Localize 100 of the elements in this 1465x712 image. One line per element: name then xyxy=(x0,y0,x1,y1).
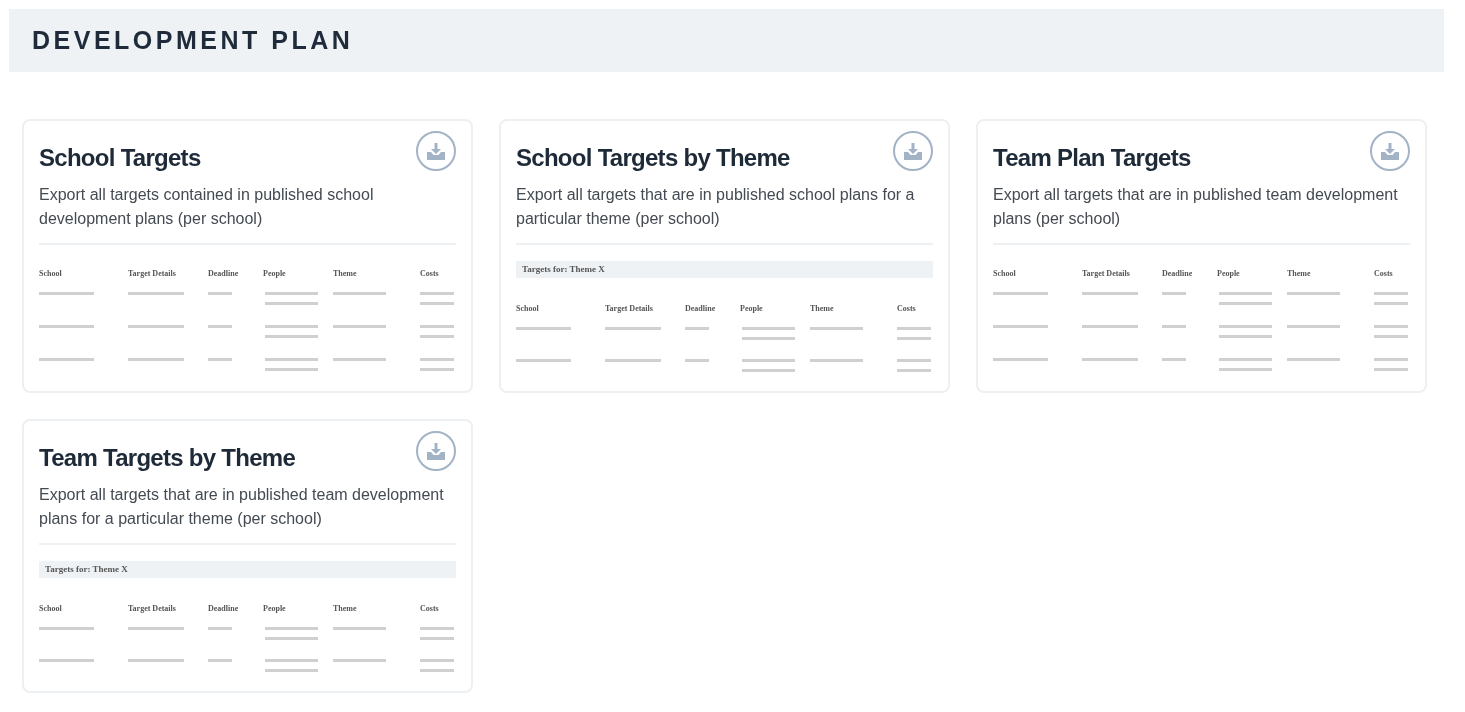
column-header: Costs xyxy=(897,304,916,314)
placeholder-line xyxy=(897,327,931,331)
placeholder-line xyxy=(1374,367,1408,371)
placeholder-line xyxy=(208,659,232,663)
placeholder-line xyxy=(128,357,184,361)
placeholder-line xyxy=(265,334,318,338)
placeholder-line xyxy=(1374,334,1408,338)
card-description: Export all targets contained in published school development plans (per school) xyxy=(39,185,375,229)
placeholder-line xyxy=(333,357,386,361)
column-header: Target Details xyxy=(128,268,176,278)
placeholder-line xyxy=(1219,367,1272,371)
column-header: Costs xyxy=(420,604,439,614)
placeholder-line xyxy=(420,324,454,328)
placeholder-line xyxy=(1219,324,1272,328)
download-icon xyxy=(1381,142,1399,160)
column-header: School xyxy=(39,268,62,278)
theme-banner: Targets for: Theme X xyxy=(516,260,933,279)
placeholder-line xyxy=(39,627,94,631)
placeholder-line xyxy=(208,291,232,295)
placeholder-line xyxy=(1219,357,1272,361)
placeholder-line xyxy=(265,291,318,295)
placeholder-line xyxy=(333,324,386,328)
placeholder-line xyxy=(993,357,1048,361)
placeholder-line xyxy=(420,334,454,338)
column-header: Deadline xyxy=(208,604,239,614)
placeholder-line xyxy=(1287,357,1340,361)
placeholder-line xyxy=(420,627,454,631)
column-header: School xyxy=(39,604,62,614)
download-button[interactable] xyxy=(1370,131,1410,171)
column-header: People xyxy=(740,304,763,314)
placeholder-line xyxy=(39,659,94,663)
placeholder-line xyxy=(1162,357,1186,361)
column-header: People xyxy=(1217,268,1240,278)
placeholder-line xyxy=(685,359,709,363)
column-header: Costs xyxy=(1374,268,1393,278)
download-button[interactable] xyxy=(416,431,456,471)
placeholder-line xyxy=(128,324,184,328)
placeholder-line xyxy=(420,659,454,663)
download-icon xyxy=(427,442,445,460)
column-header: School xyxy=(516,304,539,314)
placeholder-line xyxy=(516,359,571,363)
placeholder-line xyxy=(1287,291,1340,295)
card-title: School Targets xyxy=(39,143,201,173)
column-header: Theme xyxy=(333,604,357,614)
placeholder-line xyxy=(265,367,318,371)
placeholder-line xyxy=(1374,301,1408,305)
placeholder-line xyxy=(1162,291,1186,295)
card-title: Team Plan Targets xyxy=(993,143,1191,173)
placeholder-line xyxy=(810,327,863,331)
placeholder-line xyxy=(897,337,931,341)
placeholder-line xyxy=(1162,324,1186,328)
placeholder-line xyxy=(39,357,94,361)
placeholder-line xyxy=(1219,291,1272,295)
placeholder-line xyxy=(742,337,795,341)
download-icon xyxy=(904,142,922,160)
column-header: Deadline xyxy=(208,268,239,278)
placeholder-line xyxy=(265,659,318,663)
placeholder-line xyxy=(39,291,94,295)
column-header: Target Details xyxy=(1082,268,1130,278)
placeholder-line xyxy=(420,291,454,295)
placeholder-line xyxy=(420,367,454,371)
card-description: Export all targets that are in published team development plans (per school) xyxy=(993,185,1399,229)
card-title: School Targets by Theme xyxy=(516,143,790,173)
column-header: Deadline xyxy=(1162,268,1193,278)
download-icon xyxy=(427,142,445,160)
placeholder-line xyxy=(265,637,318,641)
placeholder-line xyxy=(208,324,232,328)
placeholder-line xyxy=(1082,324,1138,328)
placeholder-line xyxy=(39,324,94,328)
theme-banner: Targets for: Theme X xyxy=(39,560,456,579)
column-header: Theme xyxy=(333,268,357,278)
placeholder-line xyxy=(605,359,661,363)
placeholder-line xyxy=(420,357,454,361)
placeholder-line xyxy=(420,637,454,641)
placeholder-line xyxy=(1287,324,1340,328)
placeholder-line xyxy=(265,324,318,328)
placeholder-line xyxy=(265,301,318,305)
column-header: Theme xyxy=(1287,268,1311,278)
card-title: Team Targets by Theme xyxy=(39,443,296,473)
column-header: Costs xyxy=(420,268,439,278)
placeholder-line xyxy=(1082,357,1138,361)
placeholder-line xyxy=(128,291,184,295)
placeholder-line xyxy=(265,627,318,631)
column-header: Deadline xyxy=(685,304,716,314)
placeholder-line xyxy=(1219,334,1272,338)
download-button[interactable] xyxy=(893,131,933,171)
download-button[interactable] xyxy=(416,131,456,171)
placeholder-line xyxy=(420,669,454,673)
placeholder-line xyxy=(128,659,184,663)
column-header: People xyxy=(263,604,286,614)
placeholder-line xyxy=(605,327,661,331)
column-header: Target Details xyxy=(605,304,653,314)
placeholder-line xyxy=(265,669,318,673)
placeholder-line xyxy=(333,627,386,631)
placeholder-line xyxy=(333,291,386,295)
placeholder-line xyxy=(265,357,318,361)
placeholder-line xyxy=(742,369,795,373)
page-title: DEVELOPMENT PLAN xyxy=(32,28,354,53)
placeholder-line xyxy=(1374,357,1408,361)
placeholder-line xyxy=(742,359,795,363)
